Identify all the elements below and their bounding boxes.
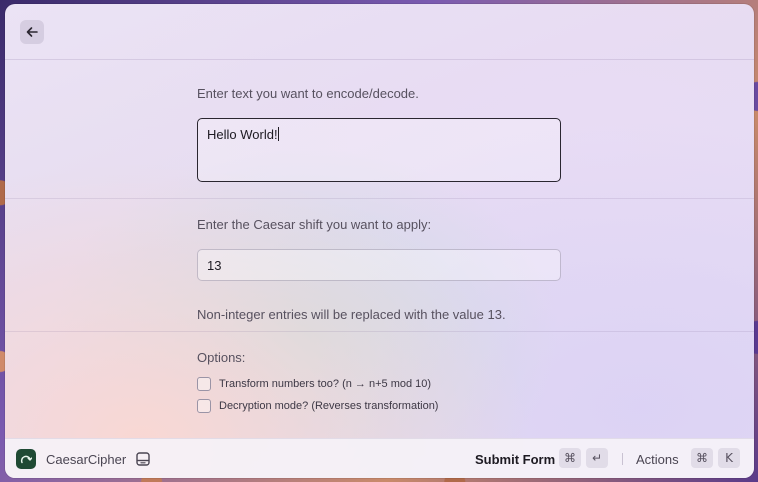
text-field-label: Enter text you want to encode/decode. bbox=[197, 86, 419, 101]
options-label: Options: bbox=[197, 350, 246, 365]
option-transform-numbers[interactable]: Transform numbers too? (n → n+5 mod 10) bbox=[197, 377, 431, 391]
submit-cmd-key: ⌘ bbox=[559, 448, 581, 468]
arrow-left-icon bbox=[26, 27, 38, 37]
decryption-mode-label: Decryption mode? (Reverses transformatio… bbox=[219, 400, 439, 412]
app-name: CaesarCipher bbox=[46, 452, 127, 467]
action-bar: CaesarCipher Submit Form ⌘ ↵ Actions ⌘ K bbox=[5, 438, 754, 478]
caesar-cipher-app-icon bbox=[16, 449, 36, 469]
submit-form-button[interactable]: Submit Form bbox=[475, 452, 555, 467]
text-input-area[interactable]: Hello World! bbox=[197, 118, 561, 182]
shift-field-label: Enter the Caesar shift you want to apply… bbox=[197, 217, 432, 232]
text-section: Enter text you want to encode/decode. He… bbox=[5, 60, 754, 199]
text-caret bbox=[277, 127, 279, 141]
footer-divider bbox=[622, 453, 623, 465]
raycast-window: Enter text you want to encode/decode. He… bbox=[5, 4, 754, 478]
refresh-arrow-icon bbox=[20, 455, 32, 464]
shift-input-value: 13 bbox=[207, 258, 222, 273]
back-button[interactable] bbox=[20, 20, 44, 44]
actions-button[interactable]: Actions bbox=[636, 452, 679, 467]
transform-numbers-label: Transform numbers too? (n → n+5 mod 10) bbox=[219, 378, 432, 390]
options-section: Options: Transform numbers too? (n → n+5… bbox=[5, 332, 754, 438]
shift-section: Enter the Caesar shift you want to apply… bbox=[5, 199, 754, 332]
shift-hint: Non-integer entries will be replaced wit… bbox=[197, 307, 506, 322]
panel-layout-icon[interactable] bbox=[135, 451, 151, 467]
decryption-mode-checkbox[interactable] bbox=[197, 399, 211, 413]
submit-enter-key: ↵ bbox=[586, 448, 608, 468]
transform-numbers-checkbox[interactable] bbox=[197, 377, 211, 391]
top-bar bbox=[5, 4, 754, 60]
actions-cmd-key: ⌘ bbox=[691, 448, 713, 468]
actions-k-key: K bbox=[718, 448, 740, 468]
text-input-value: Hello World! bbox=[207, 127, 278, 142]
option-decryption-mode[interactable]: Decryption mode? (Reverses transformatio… bbox=[197, 399, 438, 413]
shift-input[interactable]: 13 bbox=[197, 249, 561, 281]
